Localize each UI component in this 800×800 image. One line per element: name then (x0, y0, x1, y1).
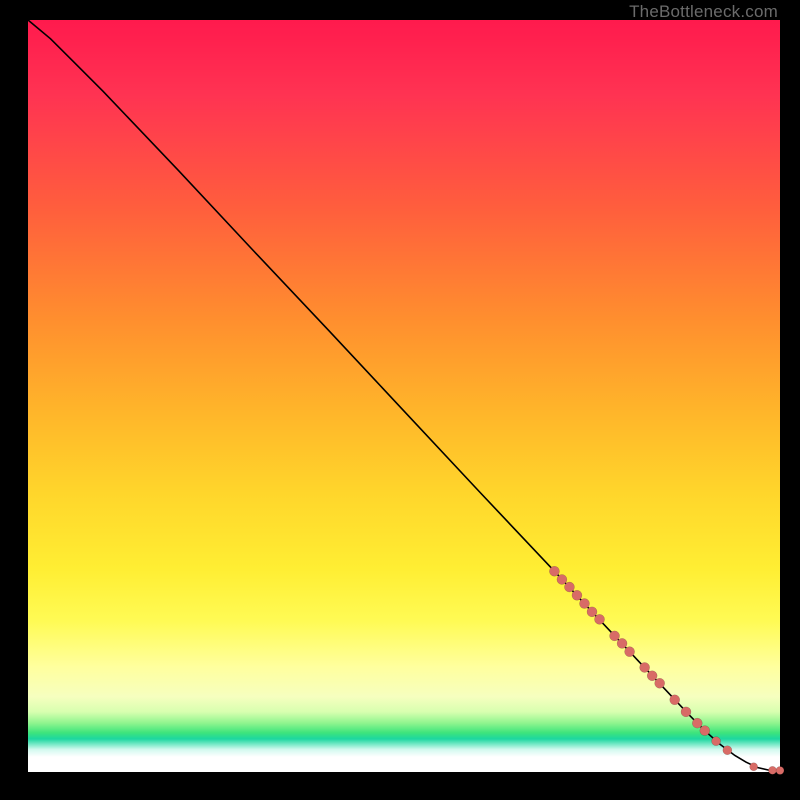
chart-stage: TheBottleneck.com (0, 0, 800, 800)
curve-line (28, 20, 780, 771)
marker-group (549, 566, 784, 774)
plot-area (28, 20, 780, 772)
attribution-text: TheBottleneck.com (629, 2, 778, 22)
chart-svg (28, 20, 780, 772)
